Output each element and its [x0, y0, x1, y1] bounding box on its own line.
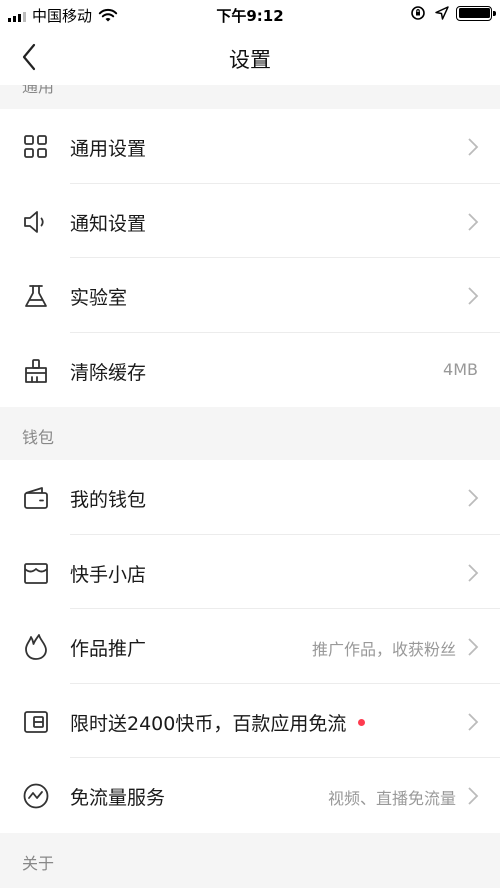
location-icon	[435, 6, 449, 20]
chevron-right-icon	[468, 138, 479, 156]
settings-item-label: 限时送2400快币，百款应用免流	[70, 709, 366, 736]
chevron-right-icon	[468, 712, 479, 731]
settings-item-free-data-promo[interactable]: 限时送2400快币，百款应用免流	[0, 683, 500, 758]
settings-item-general[interactable]: 通用设置	[0, 109, 500, 184]
settings-item-promote[interactable]: 作品推广 推广作品，收获粉丝	[0, 609, 500, 684]
promo-label-text: 限时送2400快币，百款应用免流	[70, 712, 347, 735]
chevron-right-icon	[468, 563, 479, 582]
settings-item-free-data-service[interactable]: 免流量服务 视频、直播免流量	[0, 758, 500, 833]
store-icon	[22, 559, 50, 587]
page-title: 设置	[229, 48, 271, 72]
section-header-label: 关于	[22, 853, 55, 873]
settings-item-notifications[interactable]: 通知设置	[0, 183, 500, 258]
nav-bar: 设置	[0, 30, 500, 85]
settings-item-label: 我的钱包	[70, 489, 147, 511]
wallet-icon	[22, 484, 50, 512]
settings-item-label: 快手小店	[70, 563, 147, 586]
grid-icon	[22, 133, 50, 161]
chevron-right-icon	[468, 212, 479, 231]
settings-item-clear-cache[interactable]: 清除缓存 4MB	[0, 332, 500, 407]
settings-item-shop[interactable]: 快手小店	[0, 534, 500, 609]
settings-item-lab[interactable]: 实验室	[0, 258, 500, 333]
section-header-label: 钱包	[22, 428, 55, 447]
settings-item-label: 免流量服务	[70, 787, 166, 809]
pulse-circle-icon	[22, 782, 50, 810]
settings-item-my-wallet[interactable]: 我的钱包	[0, 460, 500, 535]
chevron-right-icon	[468, 489, 479, 507]
chevron-right-icon	[468, 287, 479, 305]
settings-item-label: 作品推广	[70, 638, 147, 660]
settings-item-label: 清除缓存	[70, 361, 147, 384]
section-header-about: 关于	[0, 832, 500, 888]
section-header-general: 通用	[0, 85, 500, 109]
status-right	[410, 5, 496, 21]
promote-hint: 推广作品，收获粉丝	[311, 640, 456, 659]
flask-icon	[22, 282, 50, 310]
status-bar: 中国移动 下午9:12	[0, 0, 500, 30]
battery-icon	[456, 5, 496, 21]
speaker-icon	[22, 208, 50, 236]
free-data-hint: 视频、直播免流量	[327, 789, 456, 808]
sim-card-icon	[22, 708, 50, 736]
rotation-lock-icon	[411, 6, 425, 20]
broom-icon	[22, 357, 50, 385]
settings-item-label: 通知设置	[70, 212, 147, 235]
red-dot-badge	[358, 718, 366, 726]
section-header-label: 通用	[22, 85, 55, 96]
section-header-wallet: 钱包	[0, 407, 500, 460]
flame-icon	[22, 633, 50, 661]
settings-item-label: 通用设置	[70, 138, 147, 160]
chevron-right-icon	[468, 638, 479, 656]
chevron-right-icon	[468, 787, 479, 805]
cache-size-value: 4MB	[443, 359, 478, 379]
settings-item-label: 实验室	[70, 287, 128, 309]
